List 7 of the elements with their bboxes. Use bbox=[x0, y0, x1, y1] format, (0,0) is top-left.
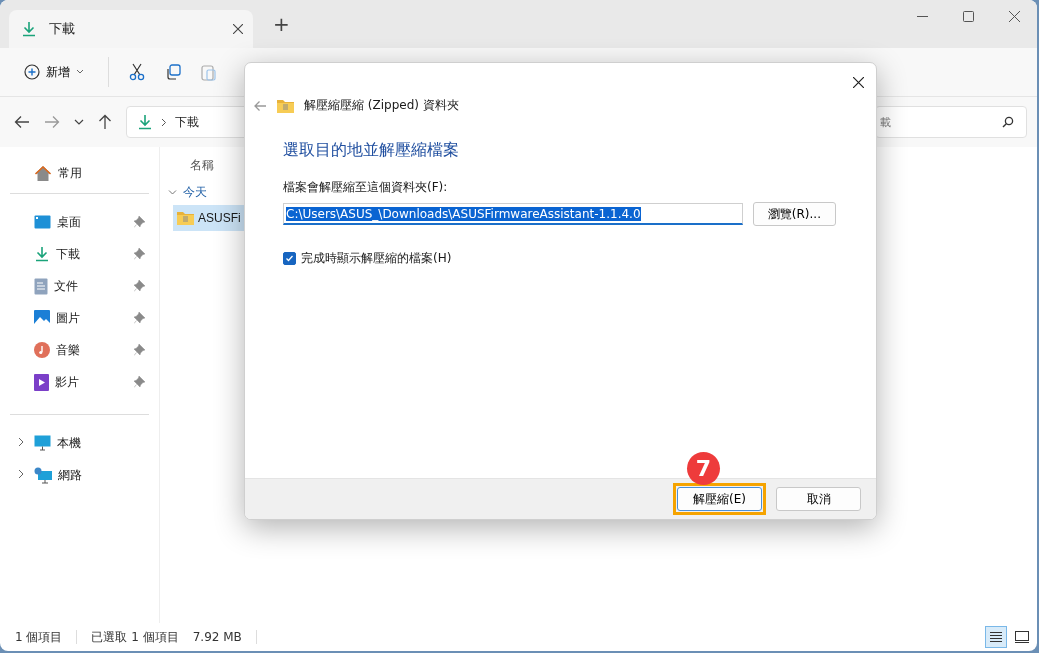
dialog-title: 解壓縮壓縮 (Zipped) 資料夾 bbox=[304, 97, 459, 114]
field-label: 檔案會解壓縮至這個資料夾(F): bbox=[283, 179, 449, 196]
item-count: 1 個項目 bbox=[15, 628, 63, 646]
selection-info: 已選取 1 個項目 bbox=[91, 628, 179, 646]
checkbox-label: 完成時顯示解壓縮的檔案(H) bbox=[301, 250, 452, 267]
dialog-heading: 選取目的地並解壓縮檔案 bbox=[283, 140, 460, 161]
selection-size: 7.92 MB bbox=[192, 630, 242, 644]
